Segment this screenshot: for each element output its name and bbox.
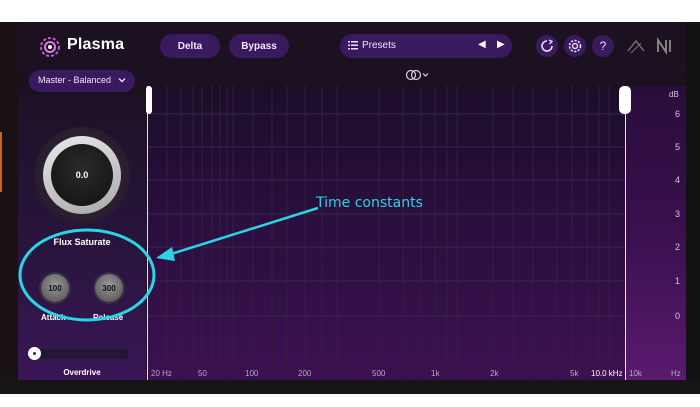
annotation-arrowhead	[156, 247, 175, 261]
annotation-arrow-shaft	[167, 206, 319, 257]
annotation-text: Time constants	[316, 195, 423, 211]
annotation-ellipse	[18, 228, 156, 322]
